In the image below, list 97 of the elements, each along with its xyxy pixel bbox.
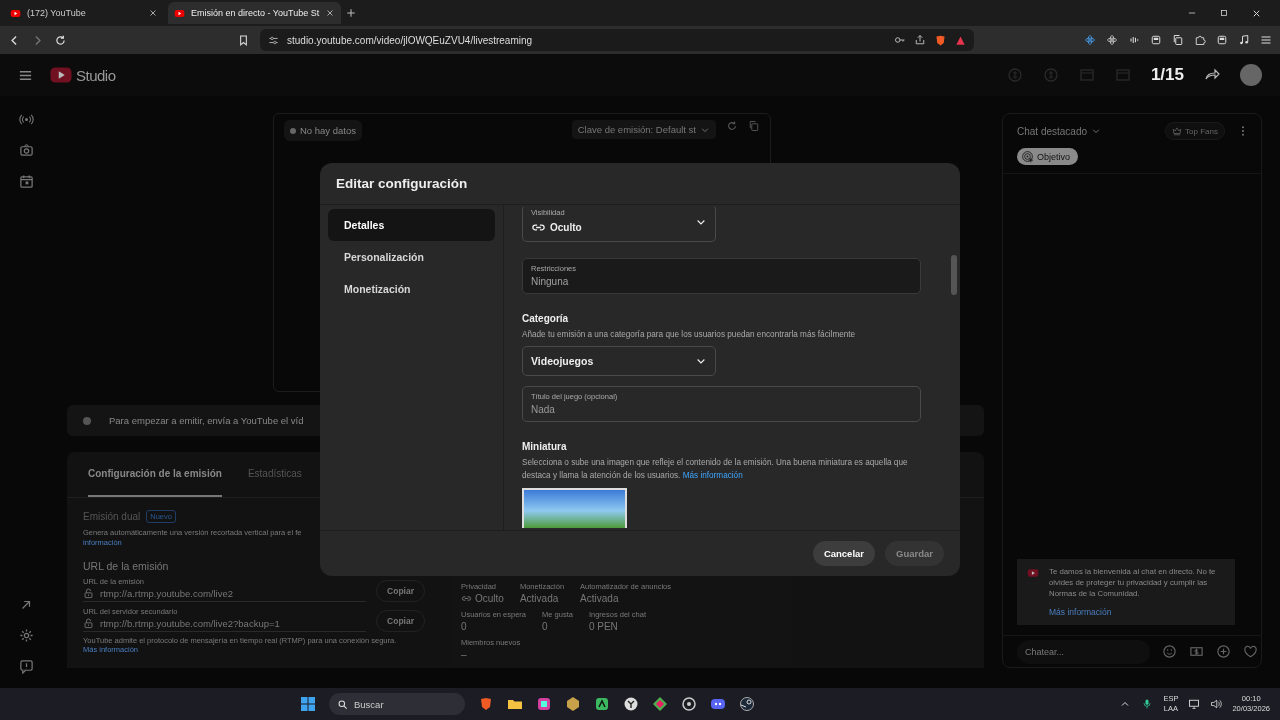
nav-item[interactable]: Monetización xyxy=(328,273,495,305)
stat-value: 0 xyxy=(461,621,467,632)
stream-key-dropdown[interactable]: Clave de emisión: Default st xyxy=(571,120,716,139)
atom-icon[interactable] xyxy=(1106,34,1118,46)
copy-button[interactable]: Copiar xyxy=(376,610,425,633)
calendar-icon[interactable] xyxy=(18,174,34,189)
stat-value: Oculto xyxy=(475,593,504,604)
app-icon[interactable] xyxy=(623,696,639,712)
stat-value: 0 PEN xyxy=(588,621,618,632)
section-title: URL de la emisión xyxy=(83,560,170,573)
status-dot xyxy=(290,127,296,134)
triangle-icon[interactable] xyxy=(955,34,966,46)
live-icon[interactable] xyxy=(18,112,34,127)
nav-item[interactable]: Detalles xyxy=(328,209,495,241)
money-icon[interactable] xyxy=(1189,644,1204,659)
microphone-icon[interactable] xyxy=(1141,698,1154,710)
section-description: Añade tu emisión a una categoría para que los usuarios puedan encontrarla más fácilmente xyxy=(522,329,856,341)
copy-button[interactable]: Copiar xyxy=(376,580,425,603)
site-settings-icon[interactable] xyxy=(268,34,279,46)
app-icon[interactable] xyxy=(681,696,697,712)
app-icon[interactable] xyxy=(536,696,552,712)
video-site-icon xyxy=(174,7,185,19)
top-fans-button[interactable]: Top Fans xyxy=(1165,122,1225,140)
chat-app-icon[interactable] xyxy=(710,696,726,712)
video-site-icon xyxy=(1027,567,1039,580)
stat-value: Activada xyxy=(519,593,559,604)
extension-icon[interactable] xyxy=(1172,34,1184,46)
dialog-button[interactable]: Cancelar xyxy=(812,541,876,566)
bookmark-icon[interactable] xyxy=(237,33,250,47)
page-counter: 1/15 xyxy=(1150,65,1184,85)
maximize-icon[interactable] xyxy=(1219,8,1229,18)
browser-tab[interactable]: Emisión en directo - YouTube St xyxy=(168,2,342,24)
music-icon[interactable] xyxy=(1238,34,1250,46)
share-icon[interactable] xyxy=(914,34,926,46)
feedback-icon[interactable] xyxy=(18,659,34,674)
speaker-icon[interactable] xyxy=(1210,698,1223,710)
crown-icon xyxy=(1172,126,1183,136)
dialog-title: Editar configuración xyxy=(320,163,960,205)
goal-button[interactable]: Objetivo xyxy=(1017,148,1079,165)
heart-icon[interactable] xyxy=(1243,644,1258,659)
photo-placeholder[interactable] xyxy=(522,488,627,529)
browser-tab[interactable]: (172) YouTube xyxy=(4,2,164,24)
close-icon[interactable] xyxy=(325,8,336,18)
video-site-icon xyxy=(10,7,21,19)
lock-icon xyxy=(83,588,94,600)
chat-title[interactable]: Chat destacado xyxy=(1017,125,1088,137)
menu-icon[interactable] xyxy=(1260,34,1272,46)
more-info-link[interactable]: Más información xyxy=(1049,607,1225,617)
app-icon[interactable] xyxy=(739,696,755,712)
avatar[interactable] xyxy=(1240,64,1262,86)
address-bar[interactable]: studio.youtube.com/video/jlOWQEuZVU4/livestreaming xyxy=(260,29,974,51)
logo-text: Studio xyxy=(76,66,116,84)
app-icon[interactable] xyxy=(594,696,610,712)
section-heading: Categoría xyxy=(522,313,569,324)
link-icon xyxy=(461,593,472,604)
target-icon xyxy=(1021,150,1034,163)
search-icon xyxy=(337,698,348,710)
app-icon[interactable] xyxy=(565,696,581,712)
reload-icon[interactable] xyxy=(54,33,67,47)
game-title-input[interactable]: Nada xyxy=(531,404,912,416)
field-value: Ninguna xyxy=(531,276,570,287)
tab[interactable]: Configuración de la emisión xyxy=(88,452,222,497)
start-icon[interactable] xyxy=(300,696,316,712)
field-value: Oculto xyxy=(550,222,582,233)
status-text: No hay datos xyxy=(300,125,356,136)
settings-icon[interactable] xyxy=(18,628,34,643)
lock-icon xyxy=(83,618,94,630)
stat-value: – xyxy=(461,649,467,660)
extension-icon[interactable] xyxy=(1216,34,1228,46)
new-tab-icon[interactable] xyxy=(345,7,358,19)
section-description: Selecciona o sube una imagen que refleje el contenido de la emisión. Una buena miniatura es aquella que destaca y llama la atención de los usuarios. Más información xyxy=(522,457,909,483)
stat-value: Activada xyxy=(580,593,619,604)
monitor-icon[interactable] xyxy=(1188,698,1201,710)
refresh-icon[interactable] xyxy=(726,120,738,132)
extension-icon[interactable] xyxy=(1150,34,1162,46)
emoji-icon[interactable] xyxy=(1162,644,1177,659)
close-icon[interactable] xyxy=(148,8,158,18)
section-heading: Miniatura xyxy=(522,441,567,453)
app-icon[interactable] xyxy=(652,696,668,712)
camera-icon[interactable] xyxy=(18,143,34,158)
nav-item[interactable]: Personalización xyxy=(328,241,495,273)
taskbar-search[interactable]: Buscar xyxy=(329,693,465,715)
url-value: rtmp://b.rtmp.youtube.com/live2?backup=1 xyxy=(100,618,280,630)
status-dot xyxy=(83,416,91,425)
add-icon[interactable] xyxy=(1216,644,1231,659)
key-icon[interactable] xyxy=(894,34,906,46)
stat-value: 0 xyxy=(542,621,548,632)
sound-icon[interactable] xyxy=(1128,34,1140,46)
section-title: Emisión dual xyxy=(83,511,141,522)
copy-icon[interactable] xyxy=(748,120,760,132)
scrollbar-thumb[interactable] xyxy=(951,255,957,295)
category-dropdown[interactable]: Videojuegos xyxy=(522,346,716,377)
more-info-link[interactable]: Más información xyxy=(682,471,743,481)
chat-input[interactable]: Chatear... xyxy=(1017,639,1150,664)
banner-text: Para empezar a emitir, envía a YouTube el víd xyxy=(109,415,304,426)
puzzle-icon[interactable] xyxy=(1194,34,1206,46)
url-value: rtmp://a.rtmp.youtube.com/live2 xyxy=(100,588,234,600)
